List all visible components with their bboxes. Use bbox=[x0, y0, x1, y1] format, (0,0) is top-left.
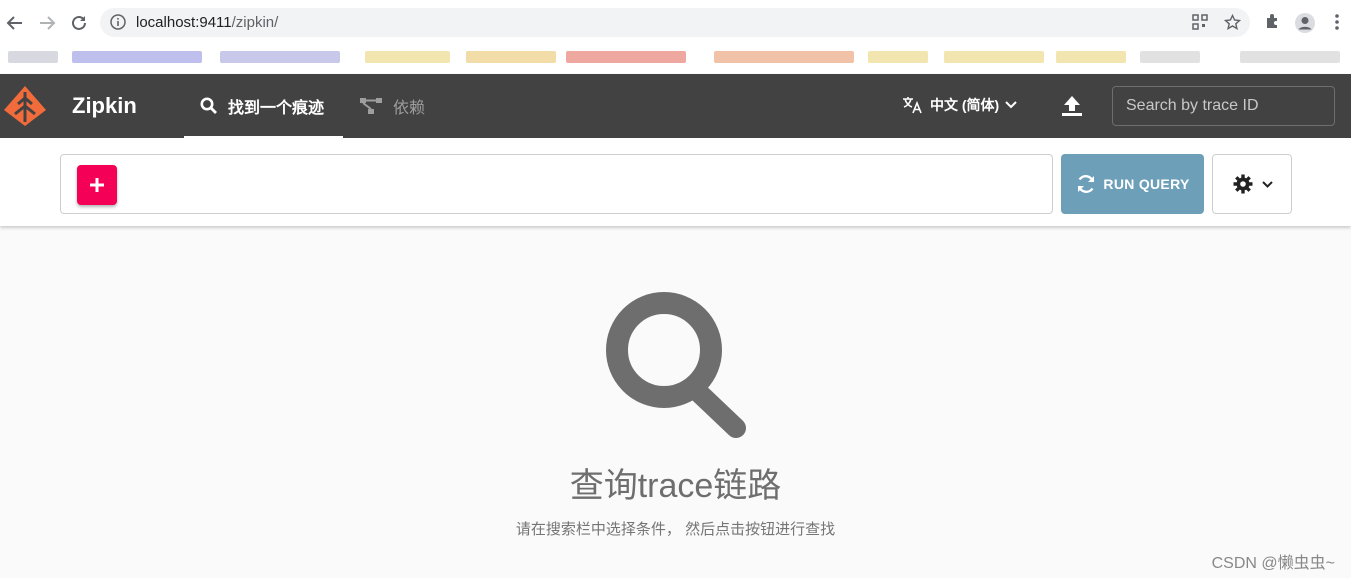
translate-icon bbox=[903, 97, 922, 114]
url-host: localhost:9411 bbox=[136, 14, 232, 31]
bookmark-item[interactable] bbox=[466, 51, 556, 63]
bookmark-item[interactable] bbox=[1140, 51, 1200, 63]
back-button[interactable] bbox=[4, 12, 26, 34]
qr-code-icon[interactable] bbox=[1192, 14, 1208, 30]
bookmark-item[interactable] bbox=[365, 51, 450, 63]
reload-button[interactable] bbox=[68, 12, 90, 34]
dependency-graph-icon bbox=[360, 98, 382, 114]
chevron-down-icon bbox=[1261, 180, 1273, 188]
run-query-label: RUN QUERY bbox=[1103, 176, 1190, 192]
star-icon[interactable] bbox=[1224, 14, 1241, 31]
tab-dependencies[interactable]: 依赖 bbox=[343, 74, 441, 138]
bookmark-item[interactable] bbox=[1240, 51, 1340, 63]
add-criteria-button[interactable] bbox=[77, 165, 117, 205]
run-query-button[interactable]: RUN QUERY bbox=[1061, 154, 1204, 214]
tab-find-trace-label: 找到一个痕迹 bbox=[228, 100, 325, 117]
bookmark-item[interactable] bbox=[714, 51, 854, 63]
profile-avatar-icon[interactable] bbox=[1294, 12, 1316, 34]
chevron-down-icon bbox=[1005, 101, 1017, 109]
url-path: /zipkin/ bbox=[231, 14, 279, 31]
bookmark-item[interactable] bbox=[220, 51, 340, 63]
gear-icon bbox=[1233, 174, 1252, 194]
address-bar[interactable]: localhost:9411/zipkin/ bbox=[100, 8, 1250, 37]
bookmark-item[interactable] bbox=[566, 51, 686, 63]
bookmarks-bar bbox=[0, 45, 1351, 73]
search-icon bbox=[200, 97, 217, 114]
browser-toolbar: localhost:9411/zipkin/ bbox=[0, 0, 1351, 45]
arrow-left-icon bbox=[6, 16, 22, 30]
bookmark-item[interactable] bbox=[868, 51, 928, 63]
language-selector[interactable]: 中文 (简体) bbox=[902, 95, 1017, 115]
bookmark-item[interactable] bbox=[8, 51, 58, 63]
bookmark-item[interactable] bbox=[72, 51, 202, 63]
tab-dependencies-label: 依赖 bbox=[393, 100, 426, 117]
reload-icon bbox=[72, 15, 86, 30]
empty-state-title: 查询trace链路 bbox=[569, 467, 782, 505]
tab-find-trace[interactable]: 找到一个痕迹 bbox=[184, 74, 343, 138]
zipkin-logo-icon[interactable] bbox=[2, 84, 48, 128]
arrow-right-icon bbox=[40, 16, 56, 30]
trace-id-search-input[interactable] bbox=[1112, 86, 1335, 126]
empty-state-subtitle: 请在搜索栏中选择条件， 然后点击按钮进行查找 bbox=[515, 521, 836, 538]
sync-icon bbox=[1078, 175, 1095, 193]
extensions-icon[interactable] bbox=[1264, 12, 1282, 30]
settings-button[interactable] bbox=[1212, 154, 1292, 214]
url-text: localhost:9411/zipkin/ bbox=[136, 14, 278, 31]
plus-icon bbox=[90, 178, 104, 192]
criteria-input-area[interactable] bbox=[60, 154, 1053, 214]
forward-button[interactable] bbox=[36, 12, 58, 34]
info-icon[interactable] bbox=[110, 14, 126, 30]
upload-icon[interactable] bbox=[1060, 94, 1084, 118]
magnifier-illustration-icon bbox=[606, 292, 746, 438]
bookmark-item[interactable] bbox=[944, 51, 1044, 63]
watermark: CSDN @懒虫虫~ bbox=[1211, 555, 1335, 572]
language-label: 中文 (简体) bbox=[930, 97, 1000, 113]
more-menu-icon[interactable] bbox=[1330, 12, 1344, 32]
app-brand[interactable]: Zipkin bbox=[72, 93, 137, 119]
query-bar: RUN QUERY bbox=[0, 138, 1351, 226]
bookmark-item[interactable] bbox=[1056, 51, 1126, 63]
